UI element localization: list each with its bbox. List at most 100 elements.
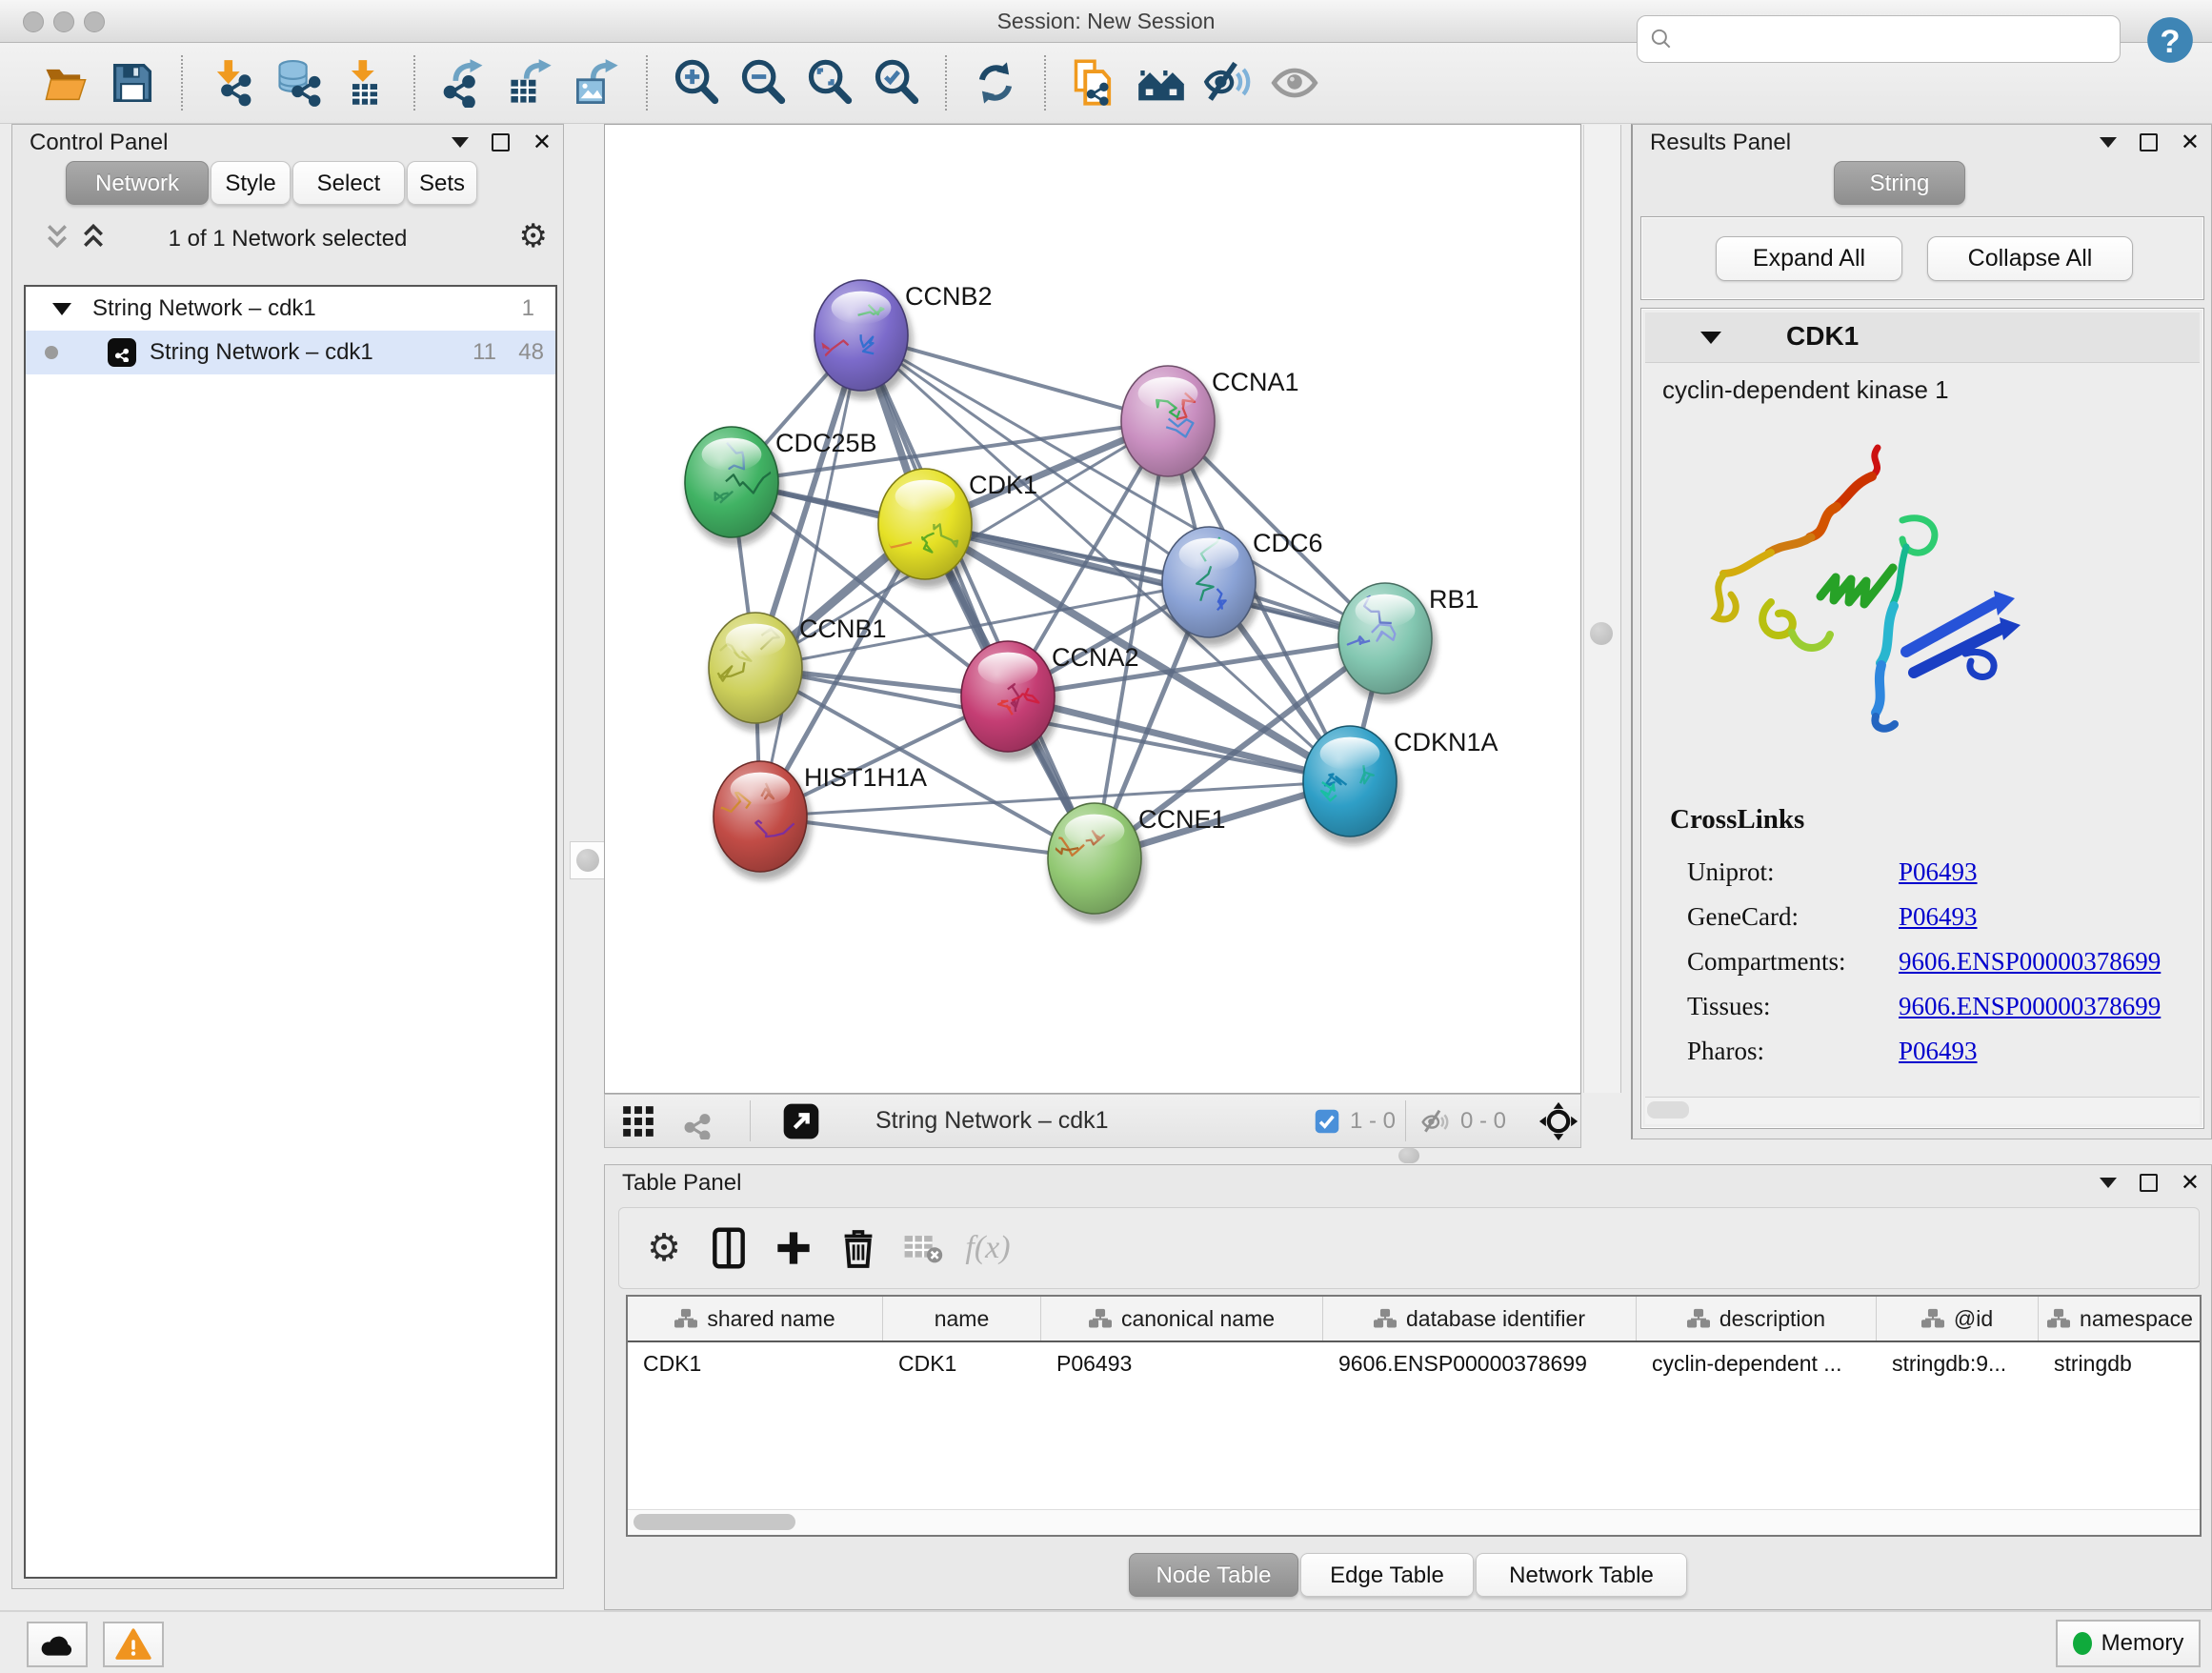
delete-column-button[interactable] bbox=[833, 1219, 884, 1277]
expand-all-button[interactable]: Expand All bbox=[1716, 236, 1902, 281]
create-column-button[interactable] bbox=[768, 1219, 819, 1277]
refresh-view-button[interactable] bbox=[968, 53, 1023, 112]
panel-menu-icon[interactable] bbox=[452, 137, 469, 148]
tab-style[interactable]: Style bbox=[211, 161, 291, 205]
close-panel-icon[interactable]: ✕ bbox=[2181, 132, 2200, 151]
horizontal-splitter[interactable] bbox=[604, 1148, 2212, 1164]
zoom-selected-button[interactable] bbox=[869, 53, 924, 112]
memory-button[interactable]: Memory bbox=[2056, 1620, 2201, 1667]
panel-menu-icon[interactable] bbox=[2100, 1178, 2117, 1188]
crosslink-link[interactable]: P06493 bbox=[1899, 1037, 1978, 1066]
crosslink-link[interactable]: 9606.ENSP00000378699 bbox=[1899, 992, 2161, 1021]
import-table-file-button[interactable] bbox=[337, 53, 392, 112]
tab-select[interactable]: Select bbox=[292, 161, 405, 205]
left-splitter-grip[interactable] bbox=[570, 841, 606, 879]
tab-string[interactable]: String bbox=[1834, 161, 1965, 205]
tab-sets[interactable]: Sets bbox=[407, 161, 477, 205]
float-panel-icon[interactable] bbox=[2140, 1174, 2158, 1192]
network-edge-CCNB2-HIST1H1A[interactable] bbox=[760, 335, 861, 816]
help-button[interactable]: ? bbox=[2145, 15, 2195, 65]
network-canvas[interactable]: CCNB2 CCNA1 CDC25B CDK1 CDC6 bbox=[604, 124, 1581, 1094]
network-collection-row[interactable]: String Network – cdk1 1 bbox=[26, 287, 555, 331]
network-options-gear-icon[interactable]: ⚙ bbox=[519, 220, 548, 252]
section-collapse-icon[interactable] bbox=[1700, 332, 1721, 344]
save-session-button[interactable] bbox=[105, 53, 160, 112]
tab-edge-table[interactable]: Edge Table bbox=[1300, 1553, 1474, 1597]
network-node-CDKN1A[interactable]: CDKN1A bbox=[1303, 726, 1498, 845]
table-cell[interactable]: CDK1 bbox=[883, 1342, 1041, 1384]
column-header-database-identifier[interactable]: database identifier bbox=[1323, 1297, 1637, 1340]
column-label: database identifier bbox=[1406, 1306, 1585, 1332]
table-cell[interactable]: cyclin-dependent ... bbox=[1637, 1342, 1877, 1384]
network-node-CDC25B[interactable]: CDC25B bbox=[685, 427, 877, 546]
results-scrollbar[interactable] bbox=[1645, 1097, 2200, 1124]
hidden-nodes-indicator[interactable]: 0 - 0 bbox=[1420, 1095, 1506, 1147]
export-table-icon bbox=[506, 58, 555, 108]
table-cell[interactable]: CDK1 bbox=[628, 1342, 883, 1384]
right-splitter-grip[interactable] bbox=[1584, 615, 1619, 653]
crosslink-link[interactable]: P06493 bbox=[1899, 902, 1978, 932]
network-node-CCNA1[interactable]: CCNA1 bbox=[1121, 366, 1299, 485]
open-in-window-button[interactable] bbox=[782, 1095, 820, 1147]
collapse-all-button[interactable]: Collapse All bbox=[1927, 236, 2133, 281]
float-panel-icon[interactable] bbox=[2140, 133, 2158, 151]
table-cell[interactable]: 9606.ENSP00000378699 bbox=[1323, 1342, 1637, 1384]
tab-network[interactable]: Network bbox=[66, 161, 209, 205]
crosslink-link[interactable]: P06493 bbox=[1899, 857, 1978, 887]
search-box[interactable] bbox=[1637, 15, 2121, 63]
export-image-button[interactable] bbox=[570, 53, 625, 112]
open-file-button[interactable] bbox=[38, 53, 93, 112]
panel-menu-icon[interactable] bbox=[2100, 137, 2117, 148]
close-panel-icon[interactable]: ✕ bbox=[2181, 1173, 2200, 1192]
table-options-button[interactable]: ⚙ bbox=[638, 1219, 690, 1277]
tree-expand-icon[interactable] bbox=[52, 303, 71, 315]
cloud-status-button[interactable] bbox=[27, 1622, 88, 1667]
show-columns-button[interactable] bbox=[703, 1219, 754, 1277]
network-row[interactable]: String Network – cdk1 11 48 bbox=[26, 331, 555, 374]
toolbar-separator bbox=[1044, 55, 1046, 111]
warnings-button[interactable] bbox=[103, 1622, 164, 1667]
network-node-RB1[interactable]: RB1 bbox=[1338, 583, 1479, 702]
column-header-canonical-name[interactable]: canonical name bbox=[1041, 1297, 1323, 1340]
function-builder-button[interactable]: f(x) bbox=[962, 1219, 1014, 1277]
float-panel-icon[interactable] bbox=[492, 133, 510, 151]
zoom-in-button[interactable] bbox=[669, 53, 724, 112]
network-node-CDK1[interactable]: CDK1 bbox=[874, 469, 1037, 588]
crosslink-link[interactable]: 9606.ENSP00000378699 bbox=[1899, 947, 2161, 977]
column-header-shared-name[interactable]: shared name bbox=[628, 1297, 883, 1340]
protein-section-header[interactable]: CDK1 bbox=[1645, 312, 2200, 363]
network-share-button[interactable] bbox=[679, 1095, 715, 1147]
tab-node-table[interactable]: Node Table bbox=[1129, 1553, 1298, 1597]
network-node-CDC6[interactable]: CDC6 bbox=[1162, 527, 1323, 646]
fit-selected-button[interactable] bbox=[1538, 1095, 1579, 1147]
table-horizontal-scrollbar[interactable] bbox=[628, 1509, 2200, 1535]
column-header--id[interactable]: @id bbox=[1877, 1297, 2039, 1340]
column-header-description[interactable]: description bbox=[1637, 1297, 1877, 1340]
table-cell[interactable]: stringdb bbox=[2039, 1342, 2202, 1384]
zoom-out-button[interactable] bbox=[735, 53, 791, 112]
table-row[interactable]: CDK1CDK1P064939606.ENSP00000378699cyclin… bbox=[628, 1342, 2200, 1384]
network-node-CCNB2[interactable]: CCNB2 bbox=[814, 280, 993, 399]
table-cell[interactable]: stringdb:9... bbox=[1877, 1342, 2039, 1384]
import-network-file-button[interactable] bbox=[204, 53, 259, 112]
selected-nodes-indicator[interactable]: 1 - 0 bbox=[1314, 1095, 1396, 1147]
string-home-button[interactable] bbox=[1134, 53, 1189, 112]
import-network-database-button[interactable] bbox=[271, 53, 326, 112]
export-network-button[interactable] bbox=[436, 53, 492, 112]
zoom-fit-button[interactable] bbox=[802, 53, 857, 112]
search-input[interactable] bbox=[1683, 25, 2108, 53]
close-panel-icon[interactable]: ✕ bbox=[533, 132, 552, 151]
tab-network-table[interactable]: Network Table bbox=[1476, 1553, 1687, 1597]
export-table-button[interactable] bbox=[503, 53, 558, 112]
network-node-HIST1H1A[interactable]: HIST1H1A bbox=[714, 761, 927, 880]
network-right-scrollbar[interactable] bbox=[1583, 125, 1621, 1093]
column-header-name[interactable]: name bbox=[883, 1297, 1041, 1340]
table-cell[interactable]: P06493 bbox=[1041, 1342, 1323, 1384]
birdseye-view-button[interactable] bbox=[620, 1095, 656, 1147]
delete-table-button[interactable] bbox=[897, 1219, 949, 1277]
column-header-namespace[interactable]: namespace bbox=[2039, 1297, 2202, 1340]
network-node-CCNE1[interactable]: CCNE1 bbox=[1039, 803, 1226, 922]
duplicate-network-button[interactable] bbox=[1067, 53, 1122, 112]
hide-selected-button[interactable] bbox=[1200, 53, 1256, 112]
show-all-hidden-button[interactable] bbox=[1267, 53, 1322, 112]
